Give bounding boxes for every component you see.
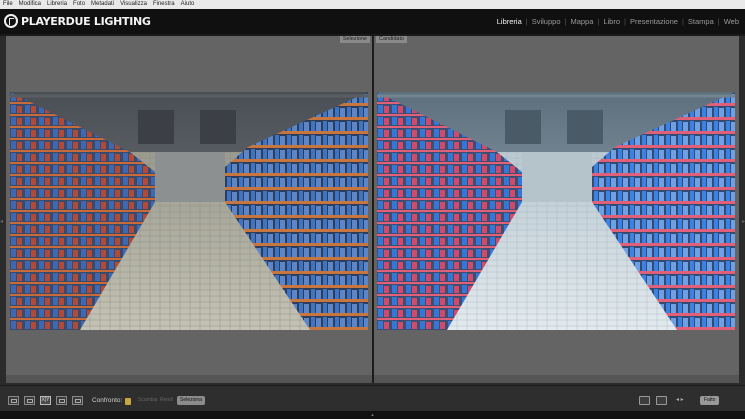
- candidate-label: Candidato: [376, 36, 408, 43]
- identity-plate-text: PLAYERDUE LIGHTING: [21, 14, 151, 28]
- grid-view-icon[interactable]: [8, 396, 19, 405]
- select-button[interactable]: Seleziona: [177, 396, 205, 405]
- module-separator: |: [525, 17, 528, 26]
- grid-glyph-icon: [10, 398, 17, 403]
- module-mappa[interactable]: Mappa: [570, 17, 593, 26]
- select-label: Selezione: [339, 36, 370, 43]
- compare-view-label: X|Y: [41, 397, 50, 403]
- module-picker: Libreria | Sviluppo | Mappa | Libro | Pr…: [497, 17, 739, 26]
- camera-icon[interactable]: [639, 396, 650, 405]
- loupe-view-icon[interactable]: [24, 396, 35, 405]
- select-pane-footer: [6, 375, 372, 383]
- toolbar: X|Y Confronto: Scambia Rendi Seleziona ◂…: [0, 385, 745, 411]
- module-separator: |: [717, 17, 720, 26]
- candidate-pane-footer: [374, 375, 739, 383]
- navigate-arrows-icon[interactable]: ◂ ▸: [676, 396, 684, 405]
- module-sviluppo[interactable]: Sviluppo: [532, 17, 561, 26]
- module-libreria[interactable]: Libreria: [497, 17, 522, 26]
- menu-bar: File Modifica Libreria Foto Metadati Vis…: [0, 0, 745, 9]
- done-button[interactable]: Fatto: [700, 396, 720, 405]
- compare-label: Confronto:: [92, 397, 123, 404]
- module-web[interactable]: Web: [724, 17, 739, 26]
- menu-aiuto[interactable]: Aiuto: [181, 0, 195, 9]
- supermarket-aisle-original-image: [10, 92, 368, 330]
- people-view-icon[interactable]: [72, 396, 83, 405]
- module-separator: |: [597, 17, 600, 26]
- filmstrip-toggle-icon: ▴: [371, 412, 374, 418]
- select-photo[interactable]: [10, 92, 368, 330]
- candidate-pane[interactable]: Candidato: [374, 36, 739, 383]
- menu-modifica[interactable]: Modifica: [19, 0, 41, 9]
- survey-view-icon[interactable]: [56, 396, 67, 405]
- lock-icon[interactable]: [125, 398, 131, 405]
- menu-visualizza[interactable]: Visualizza: [120, 0, 147, 9]
- module-stampa[interactable]: Stampa: [688, 17, 714, 26]
- people-glyph-icon: [74, 398, 81, 403]
- zoom-icon[interactable]: [656, 396, 667, 405]
- candidate-photo[interactable]: [377, 92, 735, 330]
- supermarket-aisle-edited-image: [377, 92, 735, 330]
- module-libro[interactable]: Libro: [603, 17, 620, 26]
- make-select-button[interactable]: Rendi: [160, 396, 173, 405]
- left-panel-toggle-icon[interactable]: ◂: [0, 218, 3, 225]
- identity-plate[interactable]: PLAYERDUE LIGHTING: [4, 14, 151, 28]
- survey-glyph-icon: [58, 398, 65, 403]
- loupe-glyph-icon: [26, 398, 33, 403]
- module-presentazione[interactable]: Presentazione: [630, 17, 678, 26]
- identity-bar: PLAYERDUE LIGHTING Libreria | Sviluppo |…: [0, 9, 745, 34]
- module-separator: |: [564, 17, 567, 26]
- menu-finestra[interactable]: Finestra: [153, 0, 175, 9]
- menu-metadati[interactable]: Metadati: [91, 0, 114, 9]
- menu-foto[interactable]: Foto: [73, 0, 85, 9]
- menu-libreria[interactable]: Libreria: [47, 0, 67, 9]
- module-separator: |: [681, 17, 684, 26]
- select-pane[interactable]: Selezione: [6, 36, 372, 383]
- module-separator: |: [624, 17, 626, 26]
- compare-workspace: ◂ ▸ Selezione Candidato: [0, 36, 745, 385]
- brand-logo-icon: [4, 14, 18, 28]
- menu-file[interactable]: File: [3, 0, 13, 9]
- swap-button[interactable]: Scambia: [138, 396, 157, 405]
- filmstrip-toggle[interactable]: ▴: [0, 411, 745, 419]
- compare-view-icon[interactable]: X|Y: [40, 396, 51, 405]
